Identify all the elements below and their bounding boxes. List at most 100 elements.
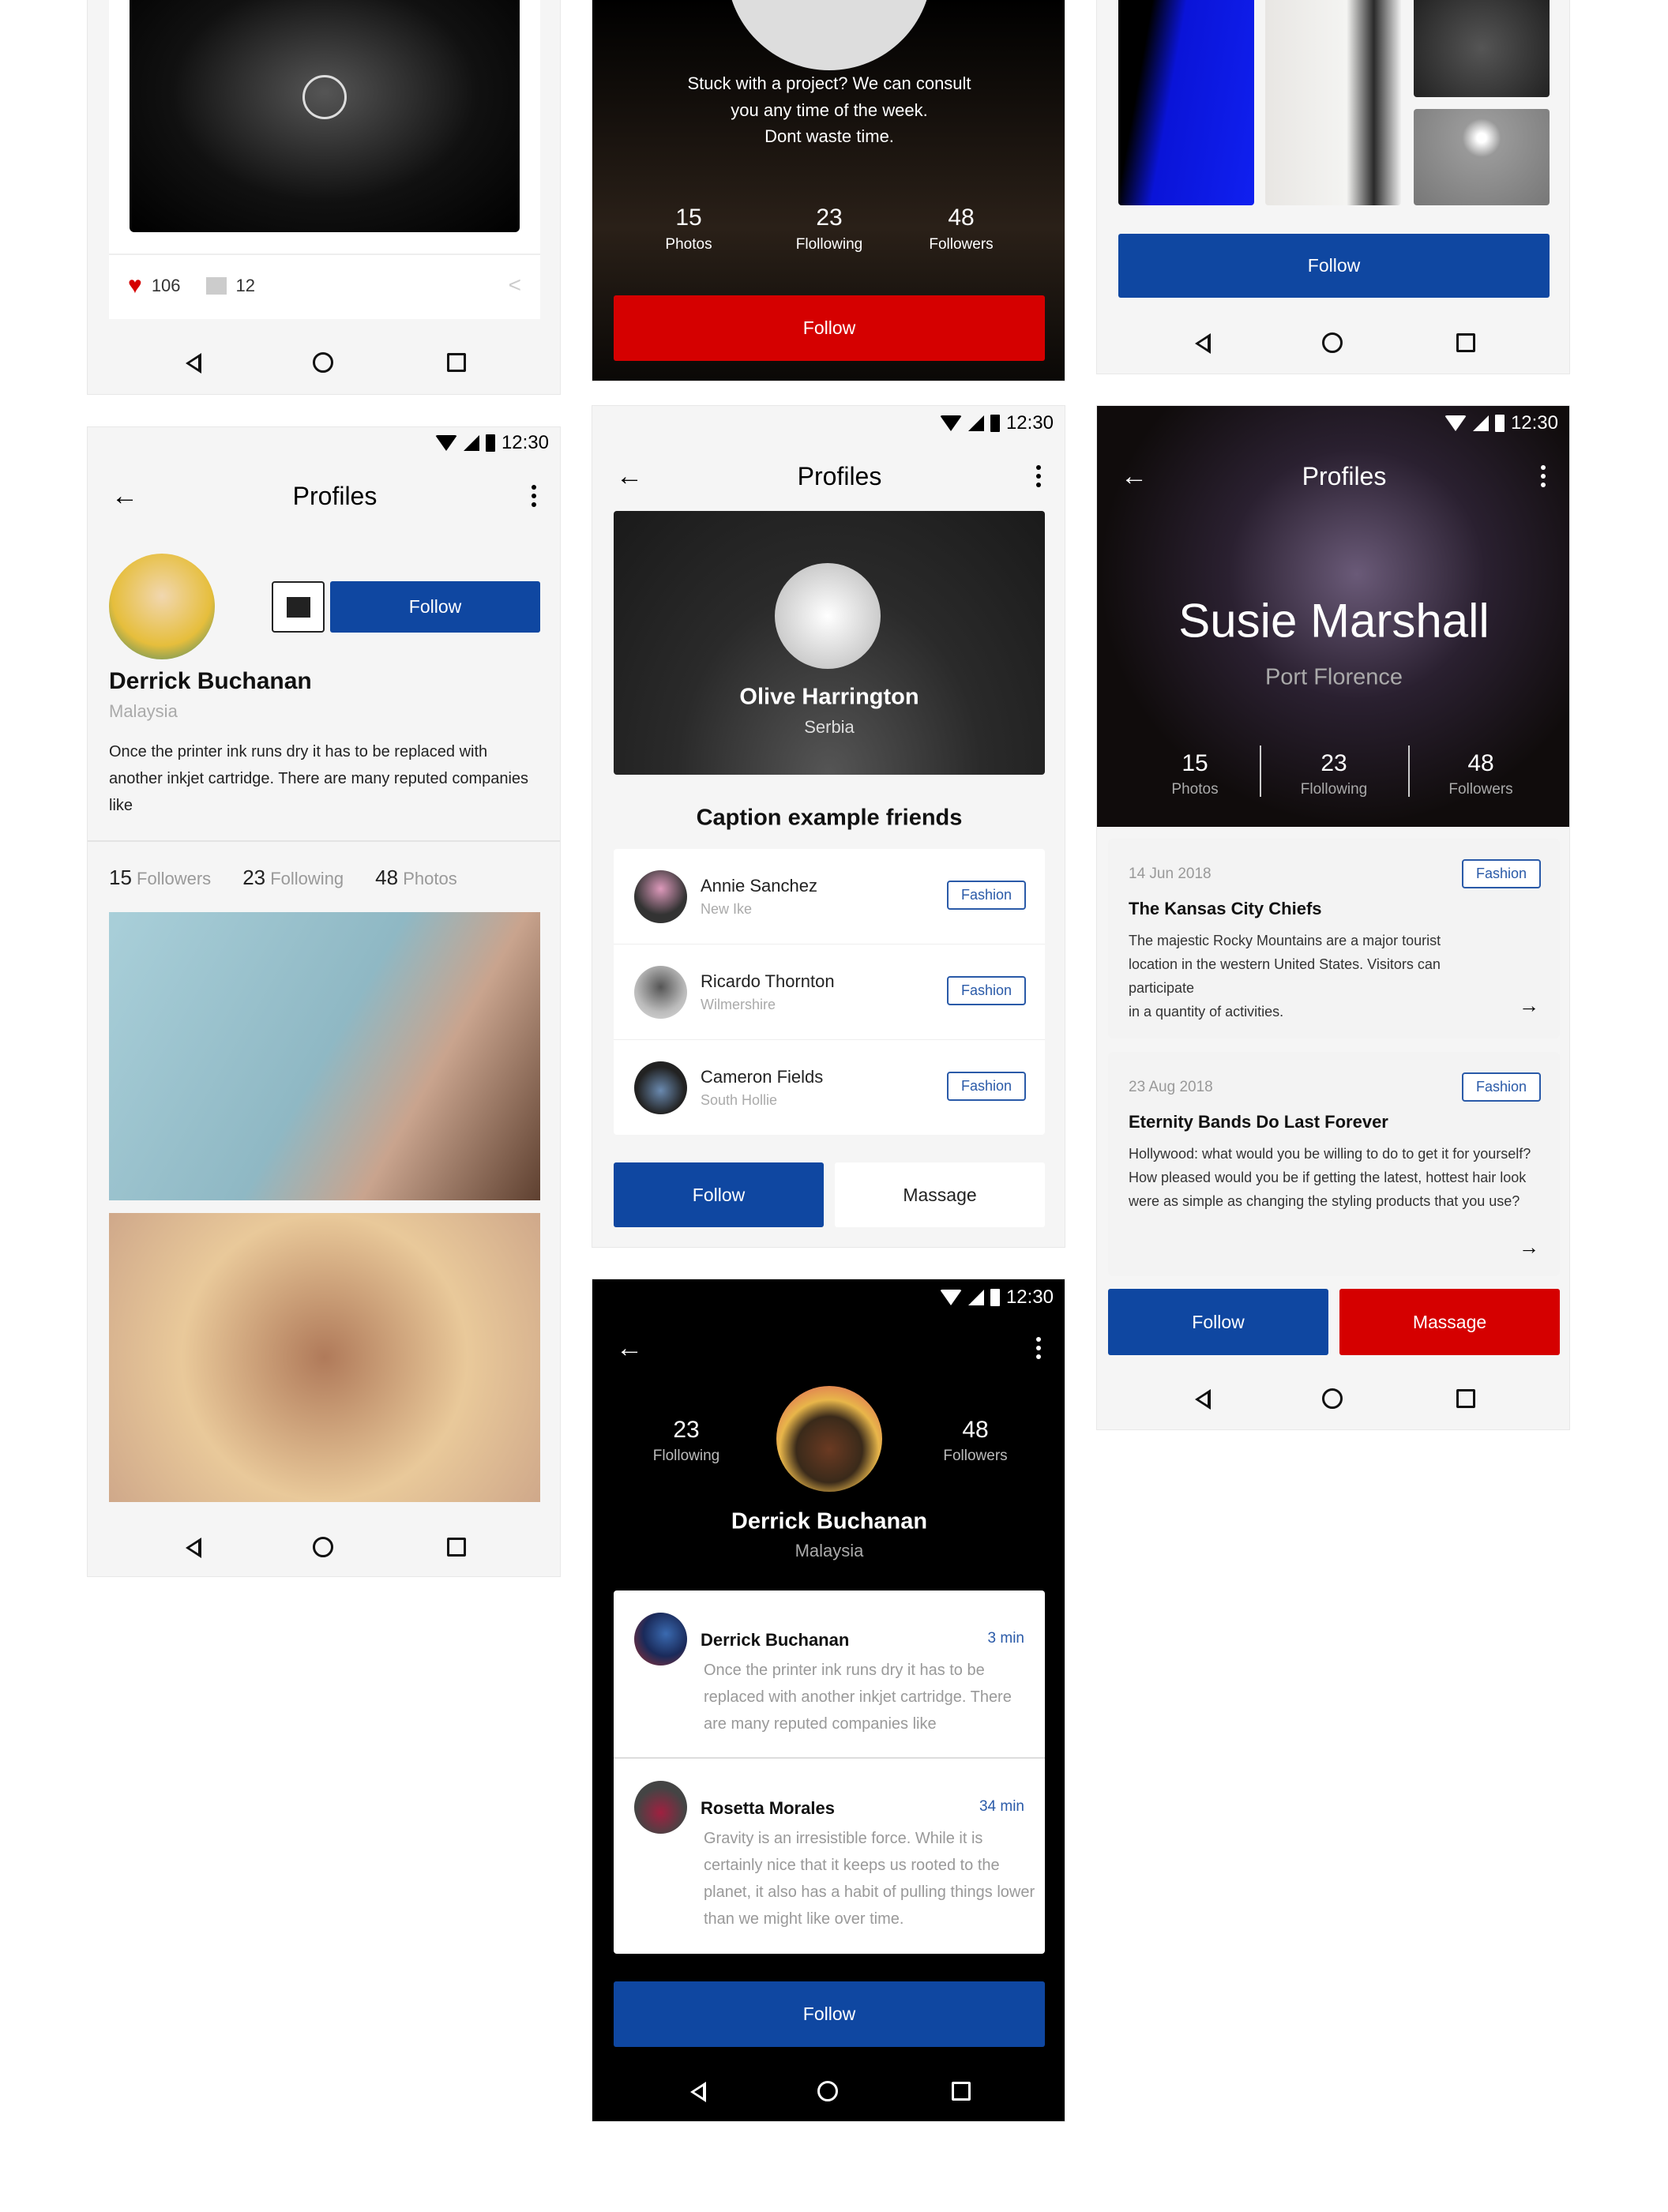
follow-button[interactable]: Follow xyxy=(614,1981,1045,2047)
avatar xyxy=(634,966,687,1019)
comment-time: 3 min xyxy=(987,1630,1024,1647)
profile-name: Derrick Buchanan xyxy=(731,1508,928,1534)
recents-square-icon[interactable] xyxy=(1456,1389,1475,1408)
follow-button[interactable]: Follow xyxy=(1108,1289,1328,1355)
home-circle-icon[interactable] xyxy=(313,1537,333,1557)
play-icon[interactable] xyxy=(302,74,347,119)
article-card[interactable]: 14 Jun 2018 Fashion The Kansas City Chie… xyxy=(1108,839,1560,1038)
android-nav-bar xyxy=(1097,327,1569,359)
more-vert-icon[interactable] xyxy=(1036,1337,1041,1359)
wifi-icon xyxy=(1444,415,1467,431)
stat-photos-label: Photos xyxy=(665,236,712,253)
back-triangle-icon[interactable] xyxy=(186,353,201,374)
avatar xyxy=(776,1386,882,1492)
comment-time: 34 min xyxy=(979,1798,1024,1815)
follow-button[interactable]: Follow xyxy=(614,1162,824,1227)
gallery-photo[interactable] xyxy=(1414,109,1550,205)
comment-item[interactable]: Rosetta Morales 34 min Gravity is an irr… xyxy=(614,1759,1045,1954)
more-vert-icon[interactable] xyxy=(531,485,536,507)
stat-photos-value: 15 xyxy=(675,205,702,231)
back-arrow-icon[interactable]: ← xyxy=(616,461,643,492)
article-card[interactable]: 23 Aug 2018 Fashion Eternity Bands Do La… xyxy=(1108,1052,1560,1276)
message-button[interactable]: Massage xyxy=(835,1162,1045,1227)
profile-name: Olive Harrington xyxy=(739,684,919,710)
wifi-icon xyxy=(939,415,962,431)
photo-2[interactable] xyxy=(109,1213,540,1502)
comment-icon[interactable] xyxy=(205,277,227,295)
friend-place: New Ike xyxy=(701,901,753,917)
back-triangle-icon[interactable] xyxy=(690,2082,706,2102)
android-nav-bar xyxy=(1097,1383,1569,1414)
arrow-right-icon[interactable]: → xyxy=(1519,993,1539,1018)
comment-text: Once the printer ink runs dry it has to … xyxy=(704,1662,1012,1733)
friend-place: South Hollie xyxy=(701,1092,778,1108)
fashion-tag[interactable]: Fashion xyxy=(946,976,1026,1005)
heart-icon[interactable]: ♥ xyxy=(128,272,142,299)
status-time: 12:30 xyxy=(1005,412,1054,434)
home-circle-icon[interactable] xyxy=(817,2081,838,2101)
profile-location: Malaysia xyxy=(109,701,178,721)
divider xyxy=(1260,745,1261,797)
divider xyxy=(1408,745,1410,797)
friend-name: Cameron Fields xyxy=(701,1067,824,1087)
more-vert-icon[interactable] xyxy=(1035,465,1041,487)
follow-button[interactable]: Follow xyxy=(1118,234,1550,298)
avatar xyxy=(634,870,687,923)
like-count: 106 xyxy=(151,276,181,295)
list-item[interactable]: Annie Sanchez New Ike Fashion xyxy=(614,849,1045,945)
bike-video-thumbnail[interactable] xyxy=(130,0,520,232)
stat-following-label: Flollowing xyxy=(1300,781,1368,798)
avatar xyxy=(727,0,932,70)
more-vert-icon[interactable] xyxy=(1540,465,1546,487)
fashion-tag[interactable]: Fashion xyxy=(946,881,1026,910)
back-triangle-icon[interactable] xyxy=(186,1538,201,1558)
fashion-tag[interactable]: Fashion xyxy=(1461,859,1541,888)
stat-followers-label: Followers xyxy=(929,236,994,253)
consult-text-line: Stuck with a project? We can consult xyxy=(687,73,971,93)
page-title: Profiles xyxy=(292,481,378,510)
fashion-tag[interactable]: Fashion xyxy=(946,1072,1026,1101)
list-item[interactable]: Ricardo Thornton Wilmershire Fashion xyxy=(614,945,1045,1040)
home-circle-icon[interactable] xyxy=(313,352,333,373)
back-triangle-icon[interactable] xyxy=(1195,1389,1211,1410)
recents-square-icon[interactable] xyxy=(1456,333,1475,352)
gallery-photo[interactable] xyxy=(1414,0,1550,97)
stat-followers-label: Followers xyxy=(1448,781,1513,798)
message-button[interactable] xyxy=(272,581,325,633)
gallery-photo[interactable] xyxy=(1265,0,1401,205)
back-arrow-icon[interactable]: ← xyxy=(616,1333,643,1364)
avatar xyxy=(634,1613,687,1666)
android-nav-bar xyxy=(88,347,560,378)
home-circle-icon[interactable] xyxy=(1322,1388,1343,1409)
signal-icon xyxy=(1472,415,1489,431)
stat-photos-label: Photos xyxy=(1171,781,1219,798)
message-button[interactable]: Massage xyxy=(1339,1289,1560,1355)
comments-screen: 12:30 ← 23 Flollowing 48 Followers Derri… xyxy=(592,1279,1065,2122)
follow-button[interactable]: Follow xyxy=(614,295,1045,361)
consult-screen: Stuck with a project? We can consult you… xyxy=(592,0,1065,381)
gallery-photo[interactable] xyxy=(1118,0,1254,205)
friend-name: Ricardo Thornton xyxy=(701,971,835,991)
comment-count: 12 xyxy=(235,276,256,295)
stat-following-label: Flollowing xyxy=(652,1448,720,1464)
recents-square-icon[interactable] xyxy=(447,353,466,372)
recents-square-icon[interactable] xyxy=(447,1538,466,1557)
comment-text: Gravity is an irresistible force. While … xyxy=(704,1830,1035,1928)
back-triangle-icon[interactable] xyxy=(1195,333,1211,354)
fashion-tag[interactable]: Fashion xyxy=(1461,1072,1541,1102)
arrow-right-icon[interactable]: → xyxy=(1519,1235,1539,1260)
page-title: Profiles xyxy=(1302,461,1387,490)
post-screen: ♥ 106 12 < xyxy=(87,0,561,395)
share-icon[interactable]: < xyxy=(509,272,521,298)
back-arrow-icon[interactable]: ← xyxy=(1121,461,1148,492)
consult-text-line: Dont waste time. xyxy=(764,126,894,146)
list-item[interactable]: Cameron Fields South Hollie Fashion xyxy=(614,1040,1045,1135)
photo-1[interactable] xyxy=(109,912,540,1200)
article-date: 14 Jun 2018 xyxy=(1129,866,1212,882)
follow-button[interactable]: Follow xyxy=(330,581,540,633)
recents-square-icon[interactable] xyxy=(952,2082,971,2101)
back-arrow-icon[interactable]: ← xyxy=(111,481,138,512)
divider xyxy=(109,253,540,255)
home-circle-icon[interactable] xyxy=(1322,332,1343,353)
comment-item[interactable]: Derrick Buchanan 3 min Once the printer … xyxy=(614,1590,1045,1759)
